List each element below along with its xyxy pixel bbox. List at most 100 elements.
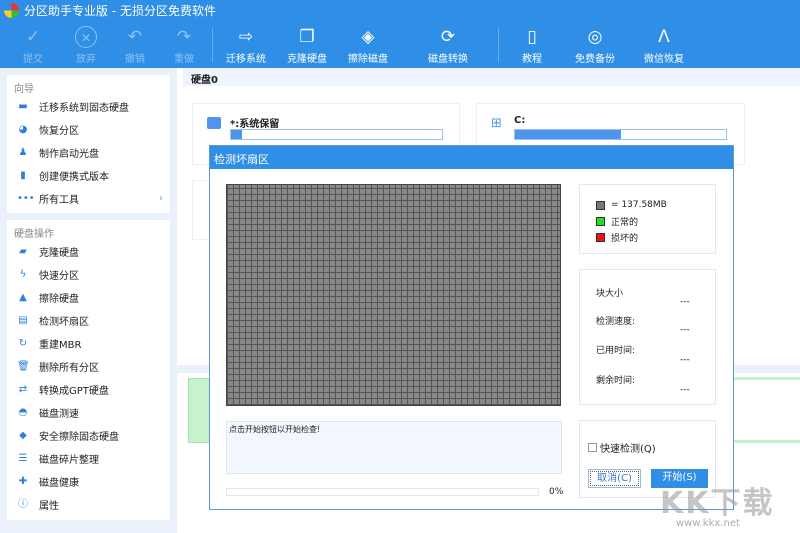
usage-bar bbox=[230, 129, 443, 140]
wipe-disk-button[interactable]: ◈ 擦除磁盘 bbox=[338, 22, 398, 68]
info-icon: ⓘ bbox=[18, 498, 28, 510]
health-icon: ✚ bbox=[18, 475, 28, 487]
migrate-icon: ⇨ bbox=[238, 27, 254, 47]
status-message: 点击开始按钮以开始检查! bbox=[229, 425, 321, 434]
sidebar-item-delete-all[interactable]: 🗑 删除所有分区 bbox=[7, 355, 170, 378]
disk-ops-panel: 硬盘操作 ▰ 克隆硬盘 ϟ 快速分区 ▲ 擦除硬盘 ▤ 检测坏扇区 ↻ 重建MBR 🗑 删除… bbox=[7, 220, 170, 520]
convert-icon: ⇄ bbox=[18, 383, 28, 395]
migrate-system-button[interactable]: ⇨ 迁移系统 bbox=[216, 22, 276, 68]
sidebar-item-bad-sector[interactable]: ▤ 检测坏扇区 bbox=[7, 309, 170, 332]
divider bbox=[212, 28, 213, 62]
green-swatch-icon bbox=[596, 216, 605, 226]
sidebar-item-secure-erase[interactable]: ◆ 安全擦除固态硬盘 bbox=[7, 424, 170, 447]
defrag-icon: ☰ bbox=[18, 452, 28, 464]
book-icon: ▯ bbox=[527, 27, 537, 47]
block-size-value: --- bbox=[680, 297, 690, 307]
rebuild-icon: ↻ bbox=[18, 337, 28, 349]
usb-icon: ▮ bbox=[20, 169, 26, 181]
windows-icon: ⊞ bbox=[491, 116, 502, 131]
speedometer-icon: ◓ bbox=[18, 406, 28, 418]
legend-block-size: = 137.58MB bbox=[596, 197, 715, 213]
convert-icon: ⟳ bbox=[440, 27, 456, 47]
trash-icon: 🗑 bbox=[17, 360, 30, 372]
commit-button[interactable]: ✓ 提交 bbox=[3, 22, 63, 68]
sidebar-item-migrate-ssd[interactable]: ▬ 迁移系统到固态硬盘 bbox=[7, 95, 170, 118]
sidebar-item-all-tools[interactable]: ••• 所有工具 › bbox=[7, 187, 170, 210]
bad-sector-dialog: 检测坏扇区 = 137.58MB 正常的 损坏的 块大小 --- 检测速度: ---… bbox=[209, 145, 734, 510]
wechat-recover-button[interactable]: Λ 微信恢复 bbox=[634, 22, 694, 68]
disk-ops-heading: 硬盘操作 bbox=[14, 229, 54, 240]
sidebar-item-clone-disk[interactable]: ▰ 克隆硬盘 bbox=[7, 240, 170, 263]
sidebar-item-defrag[interactable]: ☰ 磁盘碎片整理 bbox=[7, 447, 170, 470]
progress-percent: 0% bbox=[549, 487, 564, 497]
discard-icon: ✕ bbox=[75, 26, 97, 48]
recover-icon: Λ bbox=[658, 27, 670, 47]
watermark-url: www.kkx.net bbox=[676, 518, 740, 529]
more-icon: ••• bbox=[17, 192, 35, 204]
status-message-box: 点击开始按钮以开始检查! bbox=[226, 421, 562, 474]
disk-convert-button[interactable]: ⟳ 磁盘转换 bbox=[418, 22, 478, 68]
tutorial-button[interactable]: ▯ 教程 bbox=[502, 22, 562, 68]
drive-icon bbox=[207, 117, 221, 129]
free-backup-button[interactable]: ◎ 免费备份 bbox=[565, 22, 625, 68]
sidebar-item-boot-disc[interactable]: ♟ 制作启动光盘 bbox=[7, 141, 170, 164]
eraser-icon: ◆ bbox=[19, 429, 27, 441]
speed-label: 检测速度: bbox=[596, 317, 636, 327]
quick-check-checkbox[interactable]: 快速检测(Q) bbox=[588, 440, 656, 455]
checkbox-icon bbox=[588, 443, 597, 452]
broom-icon: ▲ bbox=[19, 291, 27, 303]
legend-bad: 损坏的 bbox=[596, 229, 715, 245]
sidebar-item-recover-partition[interactable]: ◕ 恢复分区 bbox=[7, 118, 170, 141]
dialog-title: 检测坏扇区 bbox=[214, 153, 269, 166]
redo-icon: ↷ bbox=[176, 27, 192, 47]
block-size-label: 块大小 bbox=[596, 289, 624, 299]
remaining-label: 剩余时间: bbox=[596, 376, 636, 386]
title-bar: 分区助手专业版 - 无损分区免费软件 bbox=[0, 0, 800, 22]
wizard-panel: 向导 ▬ 迁移系统到固态硬盘 ◕ 恢复分区 ♟ 制作启动光盘 ▮ 创建便携式版本 •••… bbox=[7, 75, 170, 213]
stats-box: 块大小 --- 检测速度: --- 已用时间: --- 剩余时间: --- bbox=[579, 269, 716, 405]
bad-sector-icon: ▤ bbox=[18, 314, 28, 326]
sidebar-item-rebuild-mbr[interactable]: ↻ 重建MBR bbox=[7, 332, 170, 355]
undo-icon: ↶ bbox=[127, 27, 143, 47]
clone-icon: ❐ bbox=[299, 27, 315, 47]
lightning-icon: ϟ bbox=[19, 268, 27, 280]
wipe-icon: ◈ bbox=[361, 27, 375, 47]
chevron-right-icon: › bbox=[159, 193, 163, 204]
redo-button[interactable]: ↷ 重做 bbox=[154, 22, 214, 68]
watermark-logo: KK下载 bbox=[660, 486, 775, 521]
sidebar-item-quick-partition[interactable]: ϟ 快速分区 bbox=[7, 263, 170, 286]
pie-icon: ◕ bbox=[18, 123, 28, 135]
disk-label: 硬盘0 bbox=[191, 75, 218, 86]
sidebar-item-portable[interactable]: ▮ 创建便携式版本 bbox=[7, 164, 170, 187]
sidebar-item-convert-gpt[interactable]: ⇄ 转换成GPT硬盘 bbox=[7, 378, 170, 401]
legend-normal: 正常的 bbox=[596, 213, 715, 229]
check-icon: ✓ bbox=[25, 27, 41, 47]
elapsed-label: 已用时间: bbox=[596, 346, 636, 356]
window-title: 分区助手专业版 - 无损分区免费软件 bbox=[24, 4, 216, 18]
boot-disc-icon: ♟ bbox=[18, 146, 28, 158]
backup-icon: ◎ bbox=[587, 27, 603, 47]
wizard-heading: 向导 bbox=[14, 84, 34, 95]
sidebar-item-properties[interactable]: ⓘ 属性 bbox=[7, 493, 170, 516]
gray-swatch-icon bbox=[596, 200, 605, 210]
elapsed-value: --- bbox=[680, 355, 690, 365]
clone-disk-button[interactable]: ❐ 克隆硬盘 bbox=[277, 22, 337, 68]
speed-value: --- bbox=[680, 325, 690, 335]
cancel-button[interactable]: 取消(C) bbox=[588, 469, 641, 488]
toolbar: ✓ 提交 ✕ 放弃 ↶ 撤销 ↷ 重做 ⇨ 迁移系统 ❐ 克隆硬盘 ◈ 擦除磁盘 ⟳ 磁盘转换 … bbox=[0, 22, 800, 68]
sector-grid bbox=[226, 184, 561, 406]
sidebar-item-disk-speed[interactable]: ◓ 磁盘测速 bbox=[7, 401, 170, 424]
sidebar-item-disk-health[interactable]: ✚ 磁盘健康 bbox=[7, 470, 170, 493]
sidebar-item-wipe-disk[interactable]: ▲ 擦除硬盘 bbox=[7, 286, 170, 309]
migrate-icon: ▬ bbox=[18, 100, 28, 112]
disk-header: 硬盘0 bbox=[183, 68, 800, 86]
partition-name: C: bbox=[514, 115, 526, 126]
partition-strip bbox=[733, 440, 800, 443]
usage-bar bbox=[514, 129, 727, 140]
app-logo-icon bbox=[4, 3, 19, 18]
remaining-value: --- bbox=[680, 385, 690, 395]
progress-bar bbox=[226, 488, 539, 496]
clone-icon: ▰ bbox=[19, 245, 27, 257]
legend-box: = 137.58MB 正常的 损坏的 bbox=[579, 184, 716, 254]
divider bbox=[498, 28, 499, 62]
